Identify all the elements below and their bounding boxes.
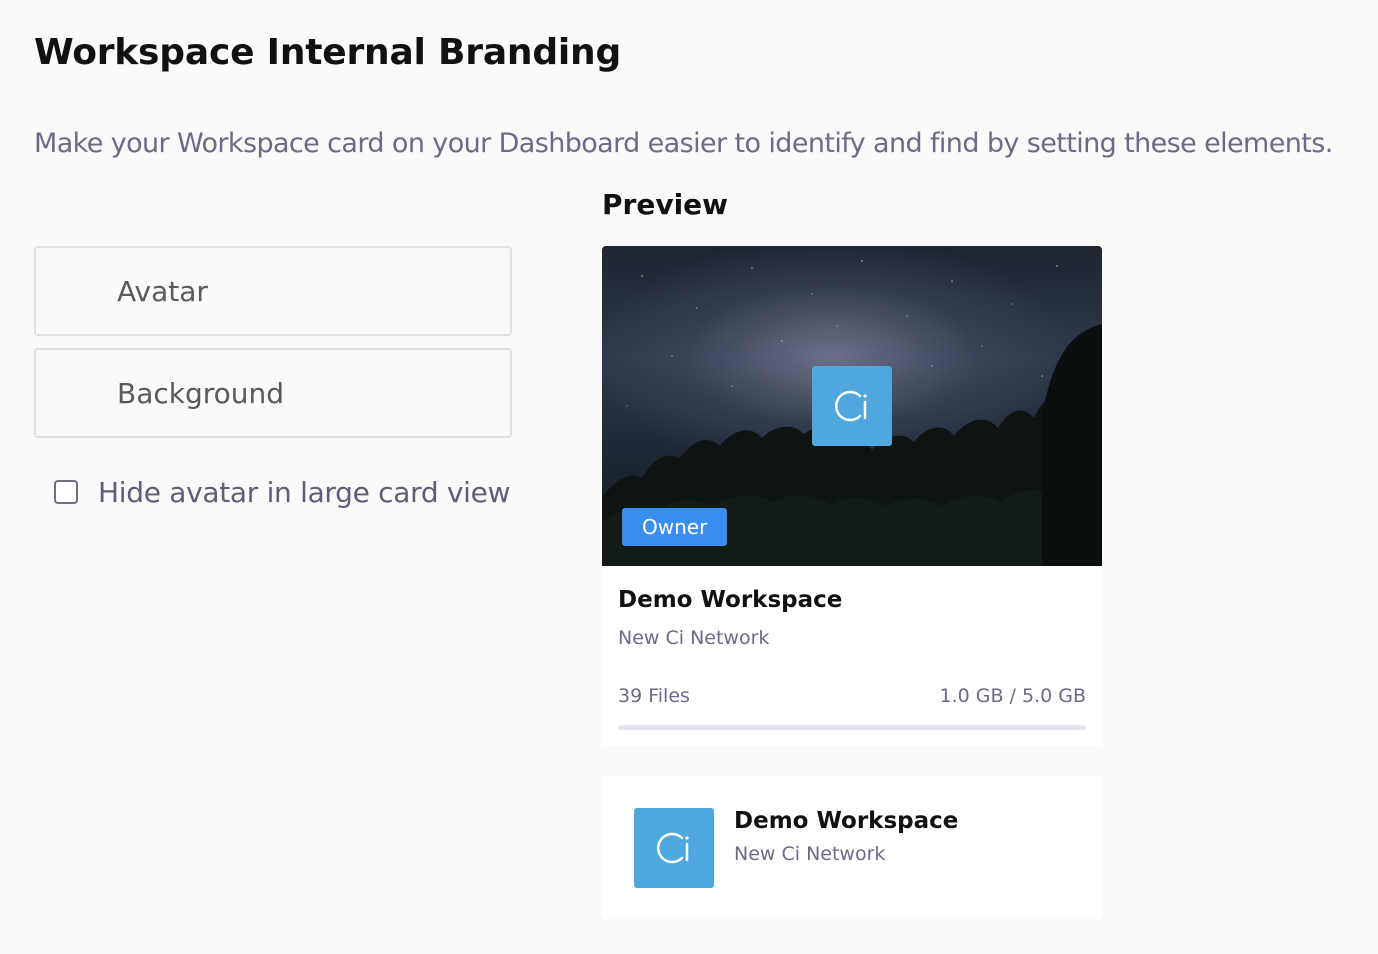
- hide-avatar-label[interactable]: Hide avatar in large card view: [98, 476, 510, 509]
- small-card-preview: Demo Workspace New Ci Network: [602, 776, 1102, 919]
- preview-title: Preview: [602, 188, 729, 221]
- workspace-organization: New Ci Network: [734, 843, 886, 865]
- large-card-preview: Owner Demo Workspace New Ci Network 39 F…: [602, 246, 1102, 746]
- ci-logo-icon: [834, 390, 867, 422]
- workspace-name: Demo Workspace: [734, 808, 959, 834]
- page-description: Make your Workspace card on your Dashboa…: [34, 128, 1333, 159]
- page-title: Workspace Internal Branding: [34, 32, 622, 73]
- storage-usage: 1.0 GB / 5.0 GB: [939, 685, 1086, 707]
- avatar-upload-button[interactable]: Avatar: [34, 246, 512, 336]
- hide-avatar-option[interactable]: Hide avatar in large card view: [54, 472, 510, 512]
- avatar-upload-label: Avatar: [117, 275, 208, 308]
- workspace-organization: New Ci Network: [618, 627, 770, 649]
- storage-progress-fill: [618, 725, 712, 730]
- storage-progress-bar: [618, 725, 1086, 730]
- background-upload-button[interactable]: Background: [34, 348, 512, 438]
- file-count: 39 Files: [618, 685, 690, 707]
- hide-avatar-checkbox[interactable]: [54, 480, 78, 504]
- workspace-avatar-small: [634, 808, 714, 888]
- workspace-branding-page: Workspace Internal Branding Make your Wo…: [0, 0, 1378, 954]
- owner-badge: Owner: [622, 508, 728, 546]
- ci-logo-icon: [656, 832, 689, 864]
- background-upload-label: Background: [117, 377, 285, 410]
- workspace-name: Demo Workspace: [618, 587, 843, 613]
- workspace-avatar-large: [812, 366, 892, 446]
